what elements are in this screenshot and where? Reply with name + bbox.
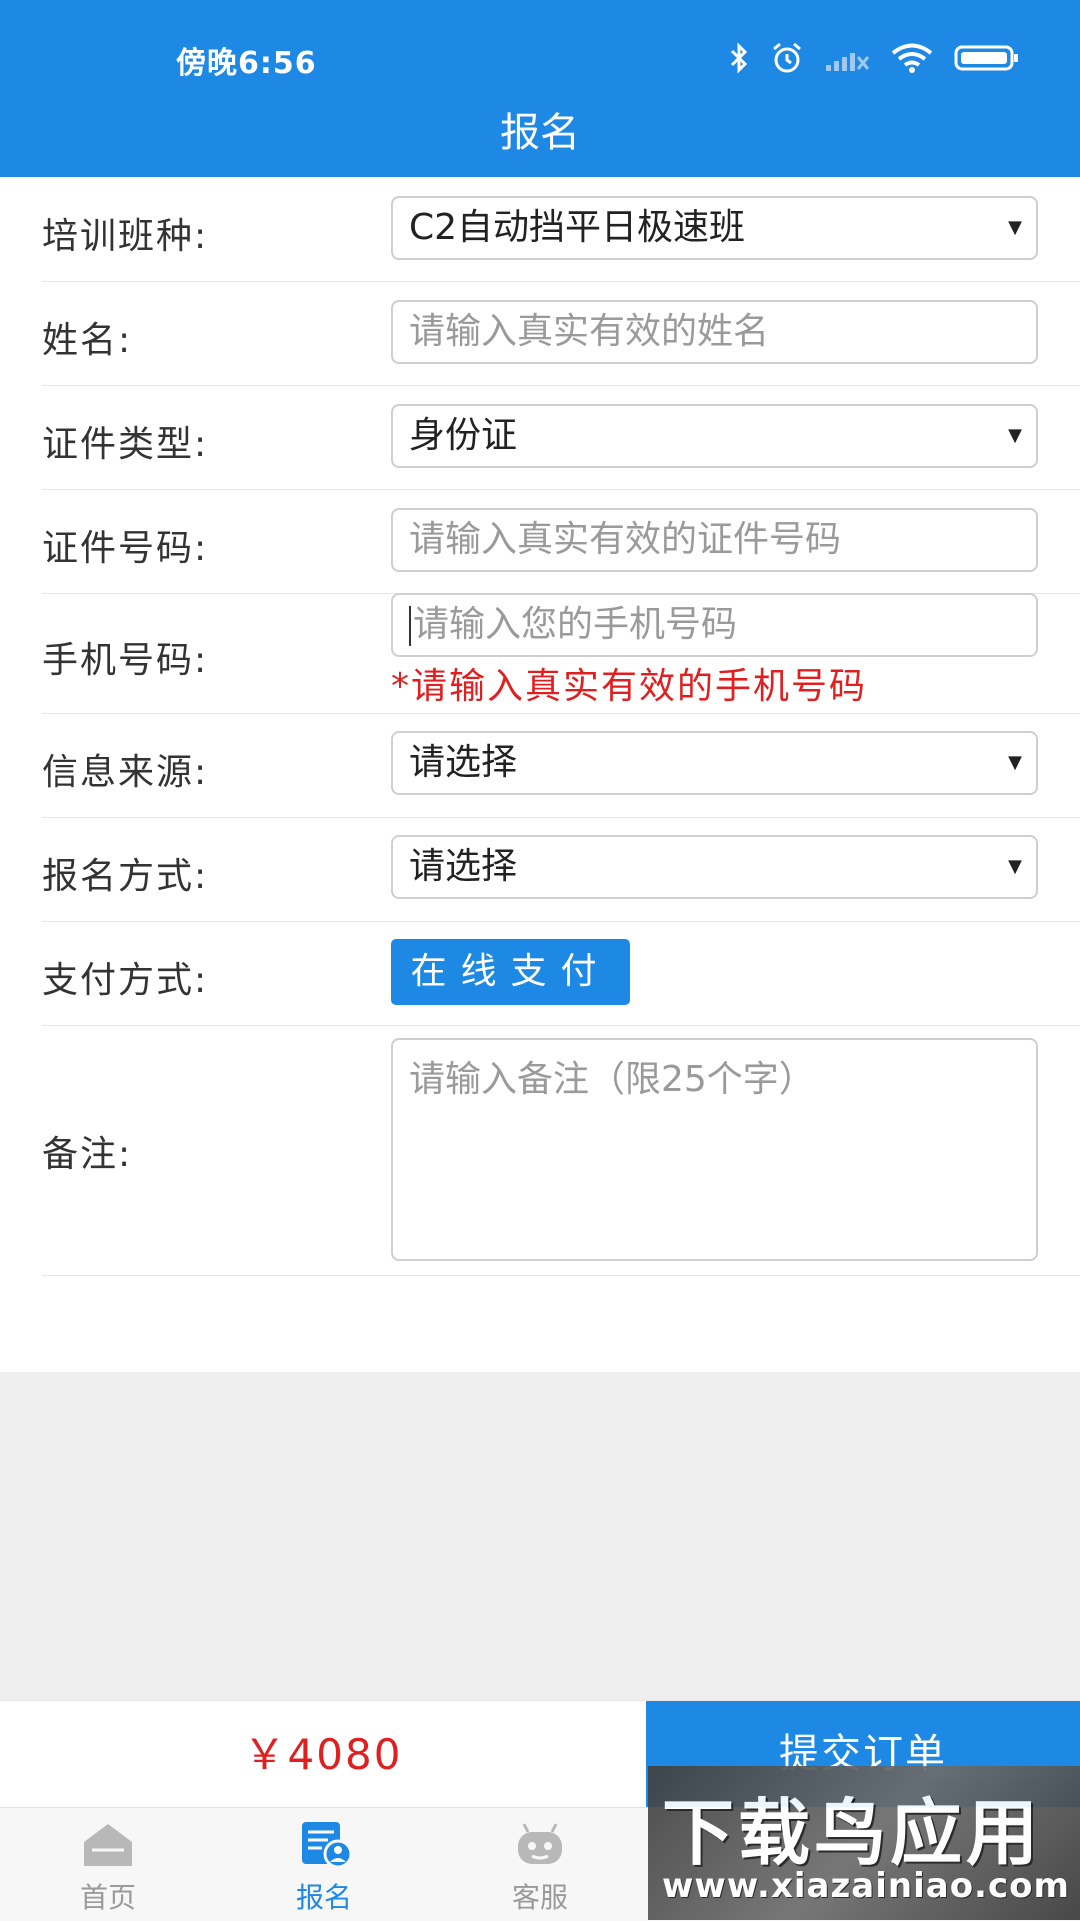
row-phone: 手机号码: 请输入您的手机号码 *请输入真实有效的手机号码 xyxy=(42,593,1080,714)
name-input[interactable]: 请输入真实有效的姓名 xyxy=(391,300,1038,364)
chevron-down-icon: ▼ xyxy=(1008,425,1022,446)
row-name: 姓名: 请输入真实有效的姓名 xyxy=(42,281,1080,386)
remark-textarea[interactable]: 请输入备注（限25个字） xyxy=(391,1038,1038,1261)
tab-signup-label: 报名 xyxy=(295,1881,352,1914)
bluetooth-icon xyxy=(730,42,748,74)
class-type-select[interactable]: C2自动挡平日极速班 ▼ xyxy=(391,196,1038,260)
remark-label: 备注: xyxy=(42,1134,133,1175)
source-select[interactable]: 请选择 ▼ xyxy=(391,731,1038,795)
payment-label: 支付方式: xyxy=(42,960,209,1001)
tab-signup[interactable]: 报名 xyxy=(216,1808,432,1921)
row-signup-method: 报名方式: 请选择 ▼ xyxy=(42,817,1080,922)
header: 傍晚6:56 报名 xyxy=(0,0,1080,177)
home-icon xyxy=(84,1824,132,1866)
chevron-down-icon: ▼ xyxy=(1008,856,1022,877)
robot-icon xyxy=(518,1823,562,1864)
phone-label: 手机号码: xyxy=(42,640,209,681)
alarm-icon xyxy=(773,42,801,73)
order-price: ￥4080 xyxy=(243,1730,403,1779)
watermark-url: www.xiazainiao.com xyxy=(662,1866,1070,1906)
tab-service[interactable]: 客服 xyxy=(432,1808,648,1921)
page-title: 报名 xyxy=(500,110,580,156)
status-time: 傍晚6:56 xyxy=(176,46,317,81)
signup-form: 培训班种: C2自动挡平日极速班 ▼ 姓名: 请输入真实有效的姓名 证件类型: … xyxy=(0,177,1080,1372)
tab-service-label: 客服 xyxy=(511,1881,568,1914)
remark-placeholder: 请输入备注（限25个字） xyxy=(409,1059,815,1100)
id-number-placeholder: 请输入真实有效的证件号码 xyxy=(409,519,842,560)
name-placeholder: 请输入真实有效的姓名 xyxy=(409,311,770,352)
signup-method-value: 请选择 xyxy=(409,846,518,887)
id-type-select[interactable]: 身份证 ▼ xyxy=(391,404,1038,468)
id-type-value: 身份证 xyxy=(409,415,518,456)
text-cursor xyxy=(409,606,411,646)
phone-input[interactable]: 请输入您的手机号码 xyxy=(391,593,1038,657)
signup-method-select[interactable]: 请选择 ▼ xyxy=(391,835,1038,899)
source-value: 请选择 xyxy=(409,742,518,783)
row-id-type: 证件类型: 身份证 ▼ xyxy=(42,385,1080,490)
tab-home-label: 首页 xyxy=(79,1881,136,1914)
class-type-label: 培训班种: xyxy=(42,216,209,257)
phone-hint: *请输入真实有效的手机号码 xyxy=(391,666,868,707)
row-source: 信息来源: 请选择 ▼ xyxy=(42,713,1080,818)
id-number-label: 证件号码: xyxy=(42,528,209,569)
name-label: 姓名: xyxy=(42,320,133,361)
wifi-icon xyxy=(891,43,933,73)
empty-gray-area xyxy=(0,1372,1080,1700)
tab-home[interactable]: 首页 xyxy=(0,1808,216,1921)
chevron-down-icon: ▼ xyxy=(1008,752,1022,773)
row-id-number: 证件号码: 请输入真实有效的证件号码 xyxy=(42,489,1080,594)
watermark-title: 下载鸟应用 xyxy=(662,1791,1043,1875)
row-payment: 支付方式: 在线支付 xyxy=(42,921,1080,1026)
status-icons xyxy=(728,38,1020,78)
watermark-overlay: 下载鸟应用 www.xiazainiao.com xyxy=(648,1766,1080,1920)
row-remark: 备注: 请输入备注（限25个字） xyxy=(42,1025,1080,1276)
class-type-value: C2自动挡平日极速班 xyxy=(409,207,746,248)
phone-placeholder: 请输入您的手机号码 xyxy=(413,604,738,645)
id-type-label: 证件类型: xyxy=(42,424,209,465)
row-class-type: 培训班种: C2自动挡平日极速班 ▼ xyxy=(42,177,1080,282)
online-pay-button[interactable]: 在线支付 xyxy=(391,939,630,1005)
source-label: 信息来源: xyxy=(42,752,209,793)
signal-icon xyxy=(826,53,870,71)
chevron-down-icon: ▼ xyxy=(1008,217,1022,238)
signup-icon xyxy=(302,1822,353,1869)
battery-icon xyxy=(954,45,1018,71)
id-number-input[interactable]: 请输入真实有效的证件号码 xyxy=(391,508,1038,572)
signup-method-label: 报名方式: xyxy=(42,856,209,897)
